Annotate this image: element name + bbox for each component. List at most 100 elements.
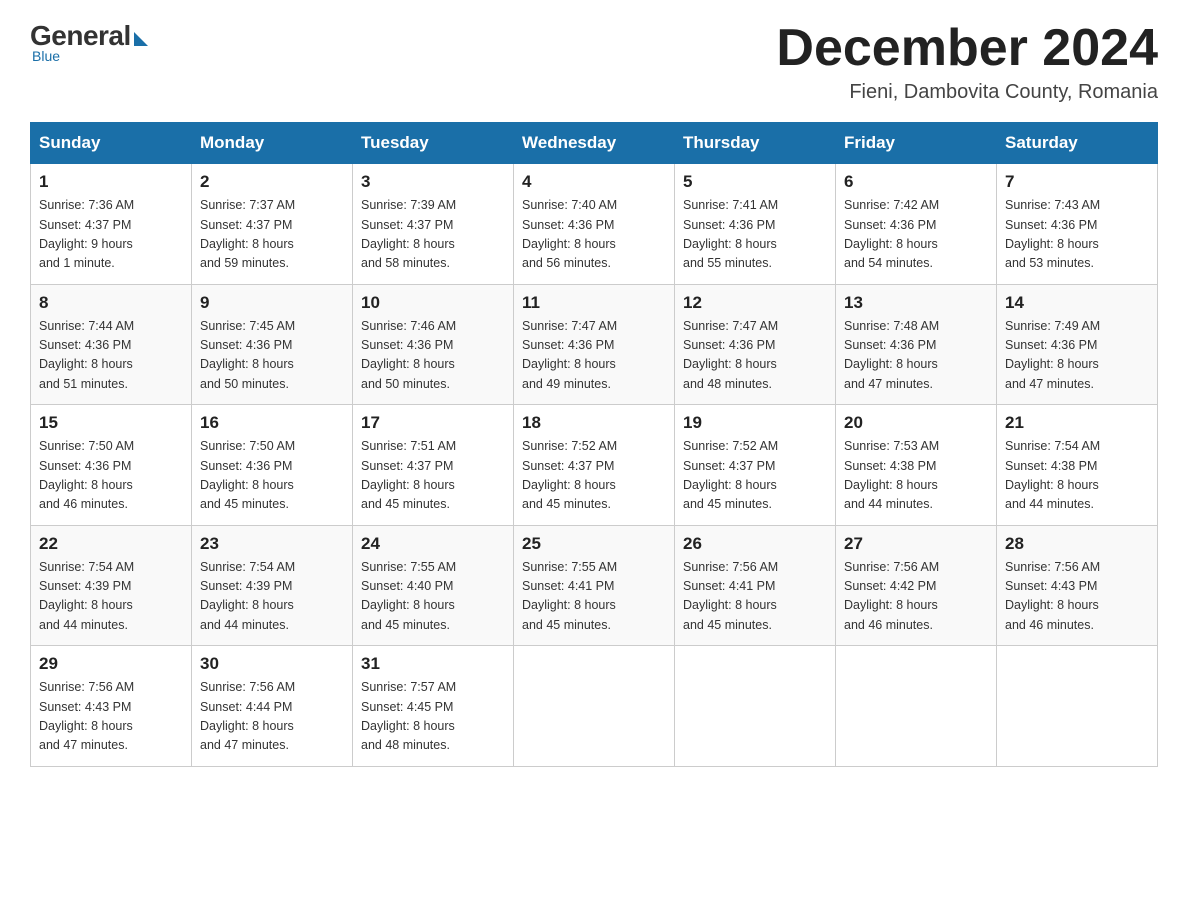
- day-number: 21: [1005, 413, 1149, 433]
- day-info: Sunrise: 7:48 AMSunset: 4:36 PMDaylight:…: [844, 317, 988, 395]
- calendar-day-cell: 22 Sunrise: 7:54 AMSunset: 4:39 PMDayligh…: [31, 525, 192, 646]
- day-number: 16: [200, 413, 344, 433]
- day-number: 17: [361, 413, 505, 433]
- logo-arrow-icon: [134, 32, 148, 46]
- day-info: Sunrise: 7:44 AMSunset: 4:36 PMDaylight:…: [39, 317, 183, 395]
- calendar-day-cell: 10 Sunrise: 7:46 AMSunset: 4:36 PMDayligh…: [353, 284, 514, 405]
- calendar-day-cell: 12 Sunrise: 7:47 AMSunset: 4:36 PMDayligh…: [675, 284, 836, 405]
- day-info: Sunrise: 7:37 AMSunset: 4:37 PMDaylight:…: [200, 196, 344, 274]
- weekday-header-saturday: Saturday: [997, 123, 1158, 164]
- day-info: Sunrise: 7:55 AMSunset: 4:41 PMDaylight:…: [522, 558, 666, 636]
- calendar-day-cell: 6Sunrise: 7:42 AMSunset: 4:36 PMDaylight…: [836, 164, 997, 285]
- calendar-day-cell: 26 Sunrise: 7:56 AMSunset: 4:41 PMDayligh…: [675, 525, 836, 646]
- calendar-day-cell: 9Sunrise: 7:45 AMSunset: 4:36 PMDaylight…: [192, 284, 353, 405]
- day-number: 24: [361, 534, 505, 554]
- day-info: Sunrise: 7:39 AMSunset: 4:37 PMDaylight:…: [361, 196, 505, 274]
- weekday-header-wednesday: Wednesday: [514, 123, 675, 164]
- weekday-header-friday: Friday: [836, 123, 997, 164]
- calendar-day-cell: 31 Sunrise: 7:57 AMSunset: 4:45 PMDayligh…: [353, 646, 514, 767]
- calendar-day-cell: 18 Sunrise: 7:52 AMSunset: 4:37 PMDayligh…: [514, 405, 675, 526]
- calendar-day-cell: 3 Sunrise: 7:39 AMSunset: 4:37 PMDaylight…: [353, 164, 514, 285]
- day-number: 15: [39, 413, 183, 433]
- day-number: 7: [1005, 172, 1149, 192]
- day-number: 5: [683, 172, 827, 192]
- calendar-day-cell: 21 Sunrise: 7:54 AMSunset: 4:38 PMDayligh…: [997, 405, 1158, 526]
- calendar-day-cell: 25Sunrise: 7:55 AMSunset: 4:41 PMDayligh…: [514, 525, 675, 646]
- calendar-day-cell: 29 Sunrise: 7:56 AMSunset: 4:43 PMDayligh…: [31, 646, 192, 767]
- location-text: Fieni, Dambovita County, Romania: [776, 81, 1158, 104]
- weekday-header-tuesday: Tuesday: [353, 123, 514, 164]
- calendar-day-cell: [514, 646, 675, 767]
- day-number: 11: [522, 293, 666, 313]
- calendar-day-cell: 4Sunrise: 7:40 AMSunset: 4:36 PMDaylight…: [514, 164, 675, 285]
- calendar-week-row: 15 Sunrise: 7:50 AMSunset: 4:36 PMDayligh…: [31, 405, 1158, 526]
- day-info: Sunrise: 7:52 AMSunset: 4:37 PMDaylight:…: [522, 437, 666, 515]
- day-info: Sunrise: 7:50 AMSunset: 4:36 PMDaylight:…: [200, 437, 344, 515]
- weekday-header-sunday: Sunday: [31, 123, 192, 164]
- day-info: Sunrise: 7:56 AMSunset: 4:42 PMDaylight:…: [844, 558, 988, 636]
- month-year-title: December 2024: [776, 20, 1158, 77]
- day-number: 1: [39, 172, 183, 192]
- calendar-day-cell: 16 Sunrise: 7:50 AMSunset: 4:36 PMDayligh…: [192, 405, 353, 526]
- calendar-day-cell: [836, 646, 997, 767]
- calendar-day-cell: 27Sunrise: 7:56 AMSunset: 4:42 PMDayligh…: [836, 525, 997, 646]
- day-info: Sunrise: 7:54 AMSunset: 4:38 PMDaylight:…: [1005, 437, 1149, 515]
- day-info: Sunrise: 7:54 AMSunset: 4:39 PMDaylight:…: [39, 558, 183, 636]
- calendar-day-cell: [675, 646, 836, 767]
- calendar-day-cell: 8 Sunrise: 7:44 AMSunset: 4:36 PMDaylight…: [31, 284, 192, 405]
- day-info: Sunrise: 7:53 AMSunset: 4:38 PMDaylight:…: [844, 437, 988, 515]
- weekday-header-row: SundayMondayTuesdayWednesdayThursdayFrid…: [31, 123, 1158, 164]
- calendar-week-row: 1 Sunrise: 7:36 AMSunset: 4:37 PMDaylight…: [31, 164, 1158, 285]
- calendar-day-cell: 1 Sunrise: 7:36 AMSunset: 4:37 PMDaylight…: [31, 164, 192, 285]
- calendar-day-cell: [997, 646, 1158, 767]
- day-info: Sunrise: 7:36 AMSunset: 4:37 PMDaylight:…: [39, 196, 183, 274]
- day-number: 8: [39, 293, 183, 313]
- day-info: Sunrise: 7:56 AMSunset: 4:43 PMDaylight:…: [1005, 558, 1149, 636]
- calendar-day-cell: 23 Sunrise: 7:54 AMSunset: 4:39 PMDayligh…: [192, 525, 353, 646]
- day-info: Sunrise: 7:40 AMSunset: 4:36 PMDaylight:…: [522, 196, 666, 274]
- day-number: 13: [844, 293, 988, 313]
- day-number: 30: [200, 654, 344, 674]
- day-info: Sunrise: 7:46 AMSunset: 4:36 PMDaylight:…: [361, 317, 505, 395]
- calendar-day-cell: 5 Sunrise: 7:41 AMSunset: 4:36 PMDaylight…: [675, 164, 836, 285]
- calendar-day-cell: 14Sunrise: 7:49 AMSunset: 4:36 PMDayligh…: [997, 284, 1158, 405]
- day-info: Sunrise: 7:47 AMSunset: 4:36 PMDaylight:…: [683, 317, 827, 395]
- calendar-day-cell: 24 Sunrise: 7:55 AMSunset: 4:40 PMDayligh…: [353, 525, 514, 646]
- day-number: 22: [39, 534, 183, 554]
- day-number: 20: [844, 413, 988, 433]
- calendar-day-cell: 11Sunrise: 7:47 AMSunset: 4:36 PMDayligh…: [514, 284, 675, 405]
- calendar-day-cell: 2Sunrise: 7:37 AMSunset: 4:37 PMDaylight…: [192, 164, 353, 285]
- day-number: 12: [683, 293, 827, 313]
- day-info: Sunrise: 7:51 AMSunset: 4:37 PMDaylight:…: [361, 437, 505, 515]
- day-info: Sunrise: 7:56 AMSunset: 4:44 PMDaylight:…: [200, 678, 344, 756]
- calendar-day-cell: 15Sunrise: 7:50 AMSunset: 4:36 PMDayligh…: [31, 405, 192, 526]
- day-number: 3: [361, 172, 505, 192]
- calendar-day-cell: 17 Sunrise: 7:51 AMSunset: 4:37 PMDayligh…: [353, 405, 514, 526]
- logo: General Blue: [30, 20, 148, 64]
- calendar-day-cell: 28Sunrise: 7:56 AMSunset: 4:43 PMDayligh…: [997, 525, 1158, 646]
- day-info: Sunrise: 7:45 AMSunset: 4:36 PMDaylight:…: [200, 317, 344, 395]
- day-number: 18: [522, 413, 666, 433]
- day-number: 10: [361, 293, 505, 313]
- day-info: Sunrise: 7:57 AMSunset: 4:45 PMDaylight:…: [361, 678, 505, 756]
- title-block: December 2024 Fieni, Dambovita County, R…: [776, 20, 1158, 104]
- day-info: Sunrise: 7:52 AMSunset: 4:37 PMDaylight:…: [683, 437, 827, 515]
- calendar-day-cell: 30 Sunrise: 7:56 AMSunset: 4:44 PMDayligh…: [192, 646, 353, 767]
- logo-blue-text: Blue: [32, 48, 60, 64]
- day-info: Sunrise: 7:55 AMSunset: 4:40 PMDaylight:…: [361, 558, 505, 636]
- calendar-day-cell: 7Sunrise: 7:43 AMSunset: 4:36 PMDaylight…: [997, 164, 1158, 285]
- day-number: 29: [39, 654, 183, 674]
- day-number: 19: [683, 413, 827, 433]
- weekday-header-thursday: Thursday: [675, 123, 836, 164]
- calendar-day-cell: 13 Sunrise: 7:48 AMSunset: 4:36 PMDayligh…: [836, 284, 997, 405]
- day-number: 26: [683, 534, 827, 554]
- calendar-week-row: 22 Sunrise: 7:54 AMSunset: 4:39 PMDayligh…: [31, 525, 1158, 646]
- day-number: 31: [361, 654, 505, 674]
- day-info: Sunrise: 7:41 AMSunset: 4:36 PMDaylight:…: [683, 196, 827, 274]
- day-info: Sunrise: 7:54 AMSunset: 4:39 PMDaylight:…: [200, 558, 344, 636]
- calendar-table: SundayMondayTuesdayWednesdayThursdayFrid…: [30, 122, 1158, 767]
- day-info: Sunrise: 7:56 AMSunset: 4:43 PMDaylight:…: [39, 678, 183, 756]
- day-info: Sunrise: 7:56 AMSunset: 4:41 PMDaylight:…: [683, 558, 827, 636]
- calendar-day-cell: 19 Sunrise: 7:52 AMSunset: 4:37 PMDayligh…: [675, 405, 836, 526]
- day-number: 23: [200, 534, 344, 554]
